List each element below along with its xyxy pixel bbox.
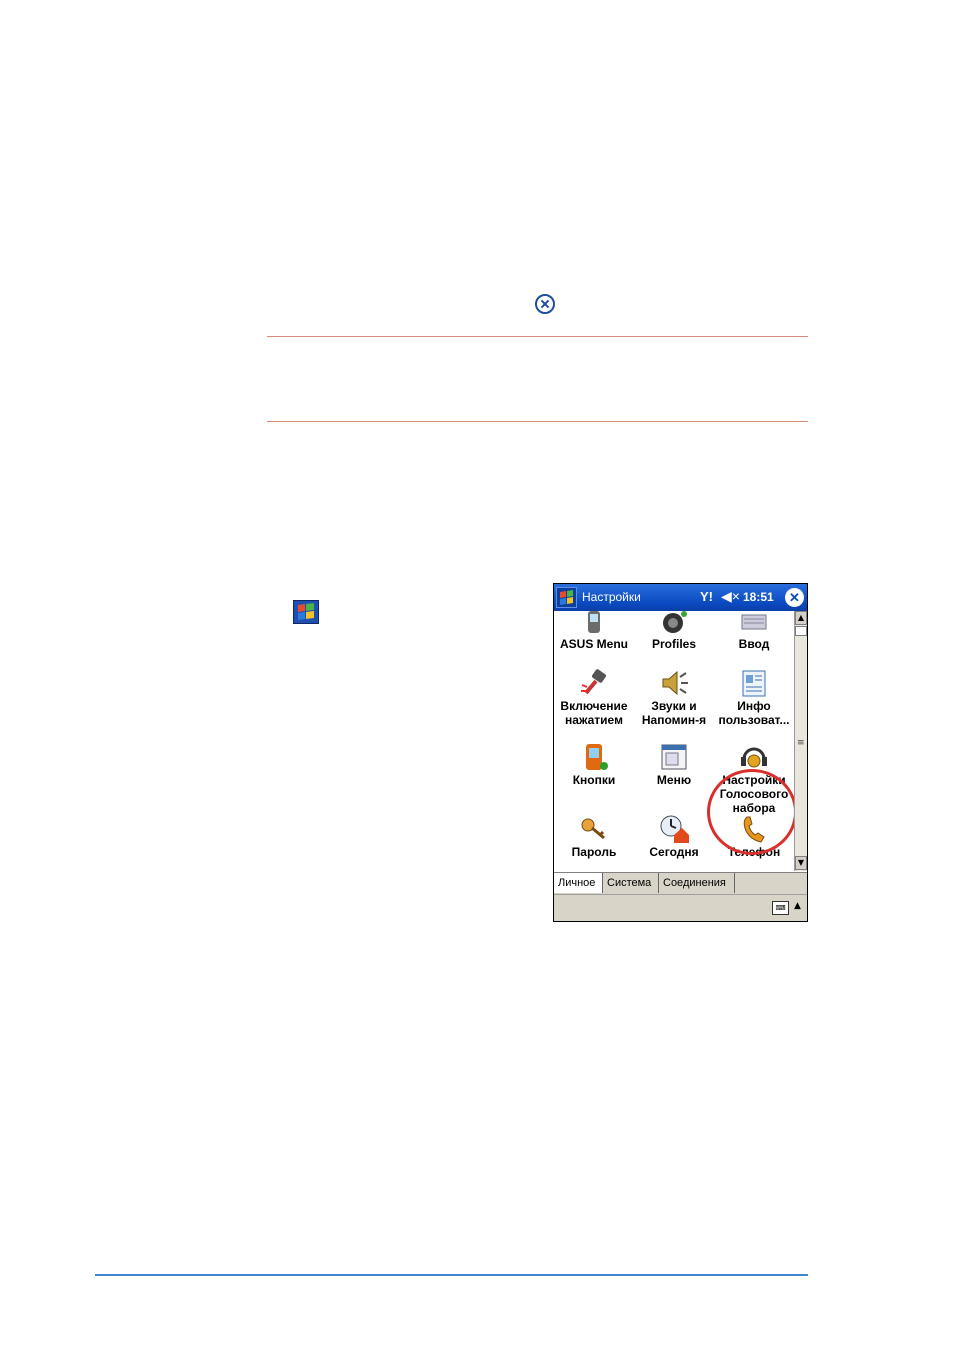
item-label: Меню <box>656 773 692 787</box>
footer-rule <box>95 1274 808 1276</box>
settings-item-profiles[interactable]: Profiles <box>634 611 714 651</box>
tab-bar: Личное Система Соединения <box>554 872 807 894</box>
item-label: Настройки Голосового набора <box>719 773 789 815</box>
window-title: Настройки <box>582 590 641 604</box>
settings-item-password[interactable]: Пароль <box>554 813 634 859</box>
settings-item-sounds[interactable]: Звуки и Напомин-я <box>634 667 714 727</box>
divider-top <box>267 336 808 337</box>
divider-bottom <box>267 421 808 422</box>
settings-grid: ASUS Menu Profiles Ввод Включение нажати… <box>554 611 794 871</box>
item-label: Сегодня <box>649 845 699 859</box>
settings-item-owner-info[interactable]: Инфо пользоват... <box>714 667 794 727</box>
today-icon <box>658 813 690 845</box>
vertical-scrollbar[interactable]: ▲ ≡ ▼ <box>794 611 807 871</box>
command-bar: ⌨ ▲ <box>554 894 807 921</box>
settings-item-asus-menu[interactable]: ASUS Menu <box>554 611 634 651</box>
voice-dial-icon <box>738 741 770 773</box>
scroll-up-button[interactable]: ▲ <box>795 611 807 625</box>
buttons-icon <box>578 741 610 773</box>
tab-connections[interactable]: Соединения <box>659 873 735 893</box>
item-label: Телефон <box>727 845 781 859</box>
settings-item-tap-on[interactable]: Включение нажатием <box>554 667 634 727</box>
item-label: Кнопки <box>572 773 616 787</box>
item-label: Ввод <box>738 637 770 651</box>
start-menu-icon[interactable] <box>556 587 577 608</box>
keyboard-icon[interactable]: ⌨ <box>772 901 789 915</box>
keys-icon <box>578 813 610 845</box>
clock[interactable]: 18:51 <box>743 590 774 604</box>
settings-item-voice-dial[interactable]: Настройки Голосового набора <box>714 741 794 815</box>
item-label: Пароль <box>571 845 617 859</box>
settings-item-today[interactable]: Сегодня <box>634 813 714 859</box>
asus-menu-icon <box>578 611 610 637</box>
item-label: Инфо пользоват... <box>718 699 790 727</box>
item-label: Включение нажатием <box>560 699 628 727</box>
input-icon <box>738 611 770 637</box>
title-bar: Настройки Y! ◀× 18:51 ✕ <box>554 584 807 611</box>
settings-item-phone[interactable]: Телефон <box>714 813 794 859</box>
owner-info-icon <box>738 667 770 699</box>
close-button[interactable]: ✕ <box>785 588 804 607</box>
speaker-icon <box>658 667 690 699</box>
hammer-icon <box>578 667 610 699</box>
scroll-down-button[interactable]: ▼ <box>795 856 807 870</box>
phone-icon <box>738 813 770 845</box>
input-menu-arrow-icon[interactable]: ▲ <box>794 901 801 911</box>
settings-item-input[interactable]: Ввод <box>714 611 794 651</box>
item-label: ASUS Menu <box>559 637 628 651</box>
settings-item-menus[interactable]: Меню <box>634 741 714 787</box>
pda-screen: Настройки Y! ◀× 18:51 ✕ ASUS Menu Profil… <box>553 583 808 922</box>
item-label: Звуки и Напомин-я <box>641 699 707 727</box>
windows-start-icon <box>293 600 319 624</box>
settings-item-buttons[interactable]: Кнопки <box>554 741 634 787</box>
scroll-thumb[interactable] <box>795 626 807 636</box>
volume-muted-icon[interactable]: ◀× <box>721 588 740 605</box>
scroll-grip-icon: ≡ <box>797 738 805 748</box>
tab-system[interactable]: Система <box>603 873 659 893</box>
tab-personal[interactable]: Личное <box>554 873 603 893</box>
close-circle-icon <box>535 294 555 314</box>
menu-icon <box>658 741 690 773</box>
signal-icon[interactable]: Y! <box>700 589 713 604</box>
item-label: Profiles <box>651 637 696 651</box>
profiles-icon <box>658 611 690 637</box>
